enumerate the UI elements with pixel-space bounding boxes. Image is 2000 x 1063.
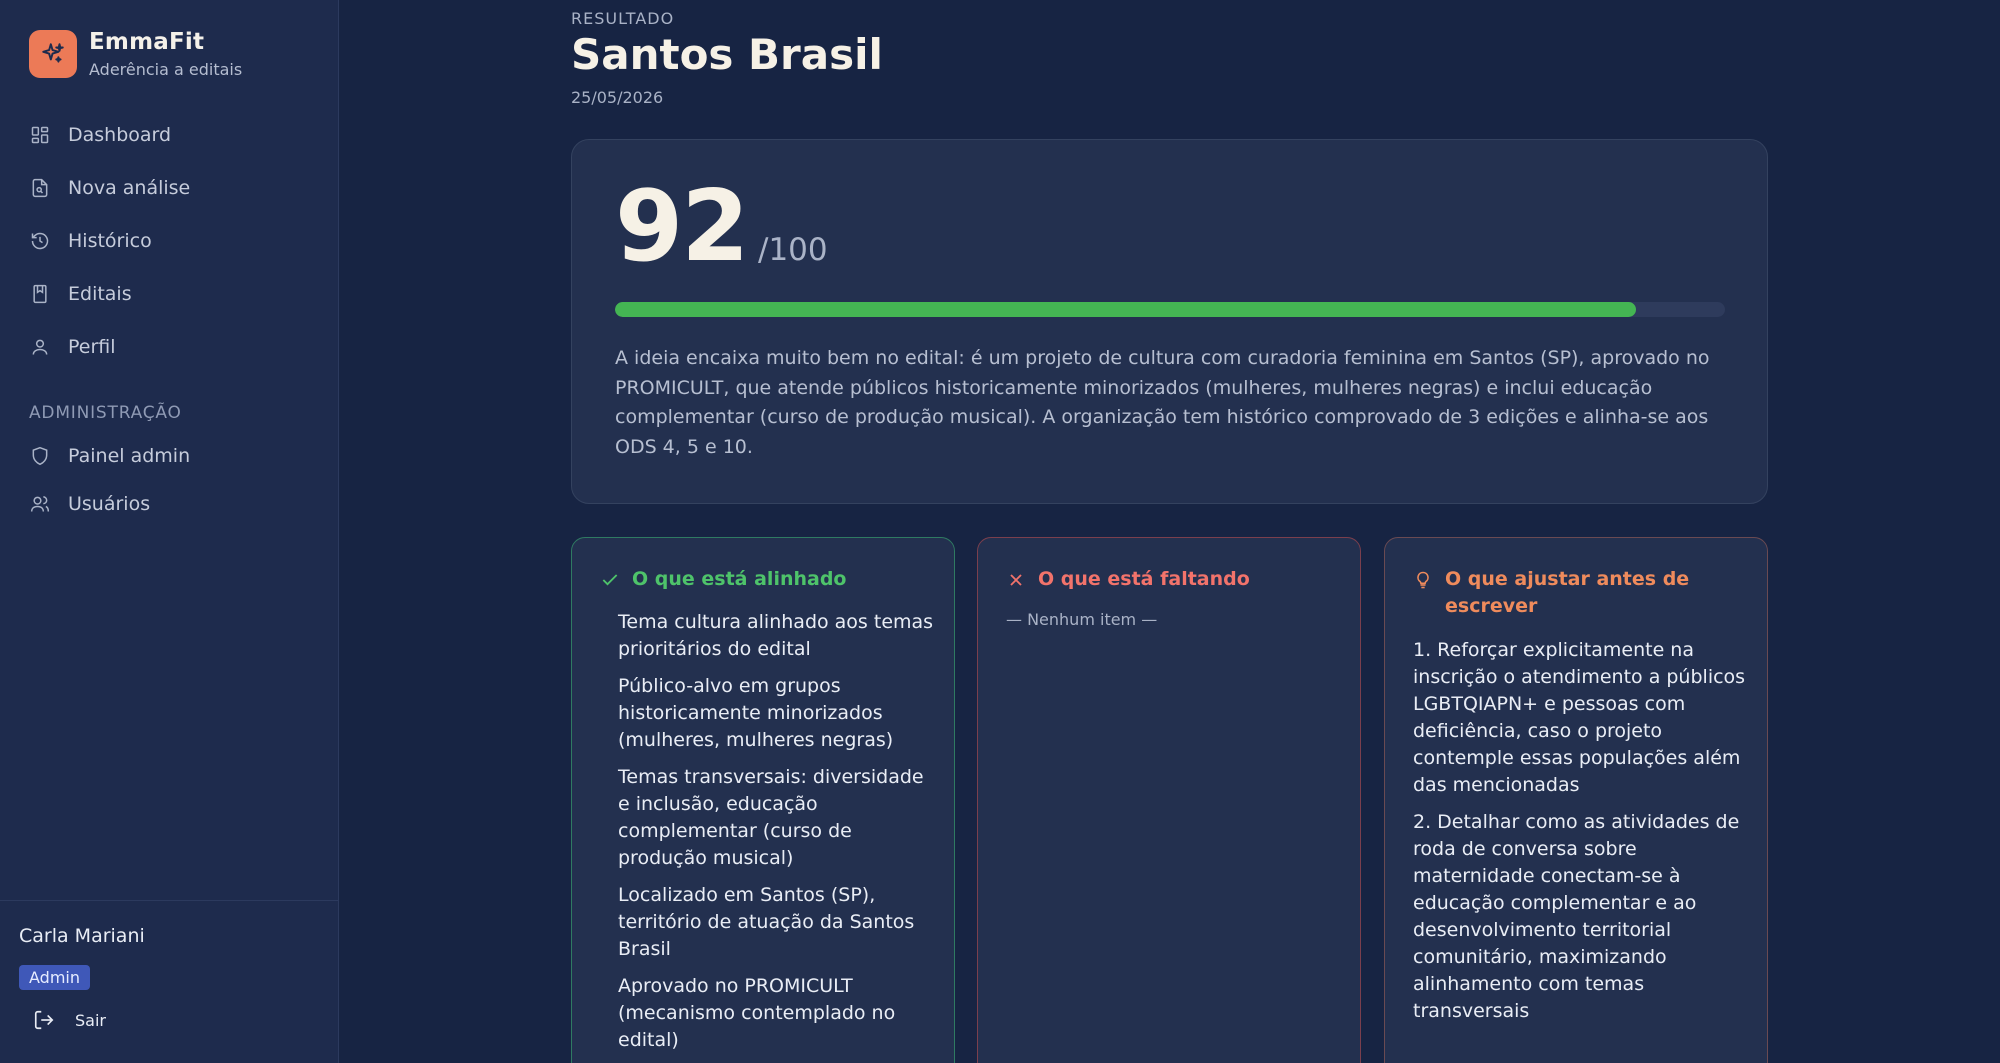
score-progress-fill — [615, 302, 1637, 317]
nav-section-admin: ADMINISTRAÇÃO — [29, 403, 182, 423]
dashboard-icon — [31, 126, 49, 143]
eyebrow: RESULTADO — [571, 9, 675, 28]
nav-item-editais[interactable]: Editais — [0, 267, 339, 320]
list-item: Tema cultura alinhado aos temas prioritá… — [618, 611, 934, 660]
x-icon — [1010, 574, 1022, 586]
score-value: 92 — [615, 170, 749, 284]
list-item: Localizado em Santos (SP), território de… — [618, 884, 915, 960]
admin-nav: Painel admin Usuários — [0, 432, 339, 528]
nav-item-painel-admin[interactable]: Painel admin — [0, 432, 339, 480]
logout-icon — [34, 1010, 54, 1030]
nav-item-historico[interactable]: Histórico — [0, 214, 339, 267]
sparkles-icon — [29, 30, 77, 78]
nav-item-label: Dashboard — [68, 123, 172, 146]
book-icon — [33, 284, 47, 303]
aligned-card: O que está alinhado Tema cultura alinhad… — [571, 537, 955, 1063]
user-area: Carla Mariani Admin Sair — [0, 900, 339, 1063]
brand-name: EmmaFit — [89, 29, 205, 55]
shield-icon — [32, 446, 48, 466]
score-progress-bar — [615, 302, 1725, 317]
score-card: 92 /100 A ideia encaixa muito bem no edi… — [571, 139, 1768, 504]
role-badge: Admin — [19, 965, 90, 990]
adjust-list: 1. Reforçar explicitamente na inscrição … — [1413, 637, 1753, 1035]
nav-item-label: Usuários — [68, 493, 151, 515]
missing-title: O que está faltando — [1038, 568, 1250, 590]
page-title: Santos Brasil — [571, 30, 883, 79]
adjust-header: O que ajustar antes de escrever — [1413, 566, 1767, 620]
nav-item-usuarios[interactable]: Usuários — [0, 480, 339, 528]
user-name: Carla Mariani — [19, 925, 145, 947]
list-item: Público-alvo em grupos historicamente mi… — [618, 675, 894, 751]
brand[interactable]: EmmaFit Aderência a editais — [29, 29, 243, 79]
adjust-card: O que ajustar antes de escrever 1. Refor… — [1384, 537, 1768, 1063]
brand-subtitle: Aderência a editais — [89, 60, 243, 79]
list-item: 1. Reforçar explicitamente na inscrição … — [1413, 639, 1746, 796]
score-summary: A ideia encaixa muito bem no edital: é u… — [615, 347, 1710, 458]
nav-item-label: Histórico — [68, 229, 152, 252]
nav-item-dashboard[interactable]: Dashboard — [0, 108, 339, 161]
score-max: /100 — [758, 232, 828, 268]
list-item: Aprovado no PROMICULT (mecanismo contemp… — [618, 975, 896, 1051]
user-icon — [32, 339, 48, 355]
aligned-header: O que está alinhado — [600, 566, 846, 593]
lightbulb-icon — [1417, 571, 1429, 589]
file-search-icon — [32, 178, 48, 197]
nav-item-nova-analise[interactable]: Nova análise — [0, 161, 339, 214]
missing-header: O que está faltando — [1006, 566, 1250, 593]
logout-label: Sair — [75, 1010, 106, 1030]
nav-item-label: Perfil — [68, 335, 116, 358]
missing-card: O que está faltando — Nenhum item — — [977, 537, 1361, 1063]
history-icon — [31, 232, 49, 249]
aligned-title: O que está alinhado — [632, 568, 847, 590]
logout-button[interactable]: Sair — [33, 1009, 106, 1031]
main-nav: Dashboard Nova análise Histórico Editais… — [0, 108, 339, 373]
result-date: 25/05/2026 — [571, 88, 664, 107]
adjust-title: O que ajustar antes de escrever — [1445, 568, 1690, 617]
nav-item-label: Painel admin — [68, 445, 191, 467]
check-icon — [602, 574, 618, 586]
missing-empty: — Nenhum item — — [1006, 610, 1158, 629]
aligned-list: Tema cultura alinhado aos temas prioritá… — [618, 609, 938, 1063]
sidebar: EmmaFit Aderência a editais Dashboard No… — [0, 0, 339, 1063]
list-item: Temas transversais: diversidade e inclus… — [618, 766, 924, 869]
list-item: 2. Detalhar como as atividades de roda d… — [1413, 811, 1740, 1022]
nav-item-label: Nova análise — [68, 176, 191, 199]
nav-item-label: Editais — [68, 282, 132, 305]
nav-item-perfil[interactable]: Perfil — [0, 320, 339, 373]
users-icon — [30, 496, 50, 512]
